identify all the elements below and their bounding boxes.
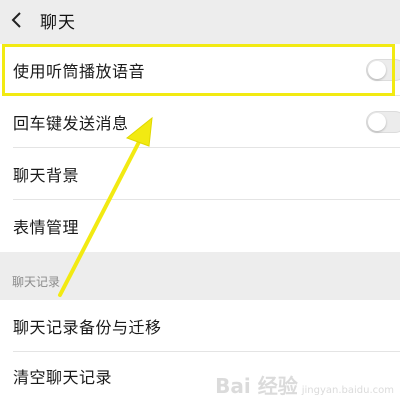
setting-label-chat-background: 聊天背景: [13, 166, 80, 185]
back-button[interactable]: [6, 6, 28, 34]
toggle-knob: [368, 61, 386, 79]
setting-row-enter-to-send[interactable]: 回车键发送消息: [0, 96, 400, 148]
setting-label-backup-migrate: 聊天记录备份与迁移: [13, 318, 162, 337]
section-header-chat-history: 聊天记录: [0, 256, 400, 300]
toggle-knob: [368, 113, 386, 131]
setting-label-enter-to-send: 回车键发送消息: [13, 114, 129, 133]
use-earpiece-toggle[interactable]: [366, 59, 400, 81]
top-bar: 聊天: [0, 0, 400, 40]
section-label: 聊天记录: [12, 275, 61, 289]
chevron-left-icon: [11, 12, 21, 28]
watermark-url: jingyan.baidu.com: [301, 385, 394, 396]
setting-row-use-earpiece[interactable]: 使用听筒播放语音: [0, 44, 400, 96]
enter-to-send-toggle[interactable]: [366, 111, 400, 133]
setting-row-emoji-management[interactable]: 表情管理: [0, 200, 400, 252]
watermark: Bai 经验 jingyan.baidu.com: [215, 376, 394, 396]
setting-row-chat-background[interactable]: 聊天背景: [0, 148, 400, 200]
setting-label-emoji-management: 表情管理: [13, 218, 80, 237]
setting-row-backup-migrate[interactable]: 聊天记录备份与迁移: [0, 300, 400, 352]
page-title: 聊天: [40, 13, 76, 33]
chat-settings-screen: 聊天 使用听筒播放语音 回车键发送消息 聊天背景 表情管理 聊天记录 聊天记录备…: [0, 0, 400, 400]
setting-label-clear-history: 清空聊天记录: [13, 368, 113, 387]
watermark-logo: Bai 经验: [215, 374, 298, 398]
setting-label-use-earpiece: 使用听筒播放语音: [13, 62, 146, 81]
